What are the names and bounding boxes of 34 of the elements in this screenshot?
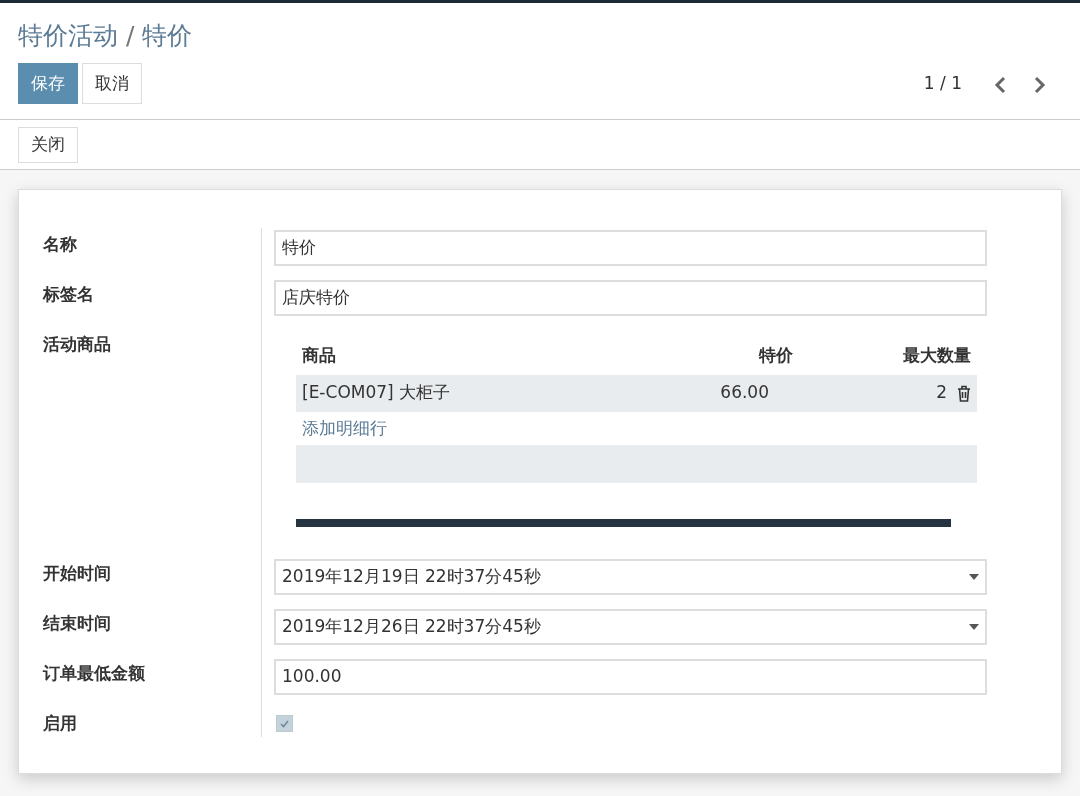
checkbox[interactable]: [276, 715, 293, 732]
caret-icon: [969, 624, 979, 630]
cancel-button[interactable]: 取消: [82, 62, 142, 104]
close-button[interactable]: 关闭: [18, 127, 78, 163]
breadcrumb-separator: /: [126, 20, 135, 52]
save-button[interactable]: 保存: [18, 62, 78, 104]
text-field[interactable]: 100.00: [274, 659, 987, 695]
field-label: 活动商品: [43, 332, 111, 356]
breadcrumb-current: 特价: [142, 20, 193, 52]
date-value: 2019年12月19日 22时37分45秒: [282, 565, 542, 589]
table-cell-text: [E-COM07] 大柜子: [302, 381, 452, 405]
table-row[interactable]: [E-COM07] 大柜子 66.00 2: [296, 374, 977, 412]
breadcrumb-link[interactable]: 特价活动: [18, 17, 118, 55]
field-label: 结束时间: [43, 612, 111, 635]
date-field[interactable]: 2019年12月19日 22时37分45秒: [274, 559, 987, 595]
text-field[interactable]: 店庆特价: [274, 279, 987, 316]
text-field[interactable]: 特价: [274, 229, 987, 266]
column-header: 最大数量: [902, 344, 971, 368]
field-label: 名称: [43, 232, 77, 256]
field-label: 订单最低金额: [43, 662, 145, 685]
table-cell-text: 2: [935, 381, 947, 405]
trash-icon[interactable]: [957, 384, 971, 402]
date-value: 2019年12月26日 22时37分45秒: [282, 615, 542, 639]
field-label: 标签名: [43, 282, 94, 306]
field-label: 开始时间: [43, 562, 111, 585]
table-cell-text: 66.00: [719, 381, 769, 405]
add-line-link[interactable]: 添加明细行: [296, 411, 393, 445]
field-label: 启用: [43, 712, 77, 735]
check-icon: [280, 719, 289, 728]
column-header: 商品: [302, 344, 337, 368]
column-header: 特价: [757, 344, 793, 368]
date-field[interactable]: 2019年12月26日 22时37分45秒: [274, 609, 987, 645]
pager-counter: 1 / 1: [923, 71, 962, 95]
caret-icon: [969, 574, 979, 580]
